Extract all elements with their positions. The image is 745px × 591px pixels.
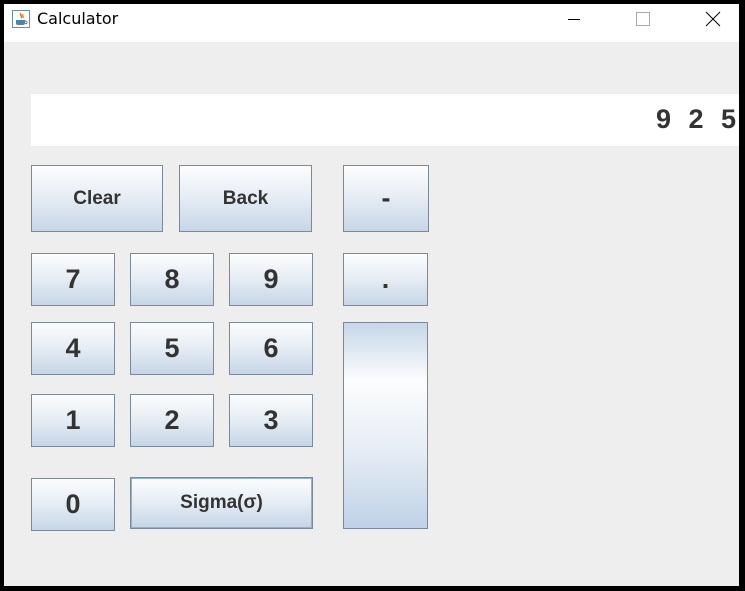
java-app-icon xyxy=(12,10,30,28)
minimize-icon xyxy=(568,19,580,20)
close-icon xyxy=(705,11,721,27)
maximize-button[interactable] xyxy=(620,4,666,34)
window-title: Calculator xyxy=(37,9,119,28)
digit-8-button[interactable]: 8 xyxy=(130,253,214,306)
clear-button[interactable]: Clear xyxy=(31,165,163,232)
tall-blank-button[interactable] xyxy=(343,322,428,529)
digit-0-button[interactable]: 0 xyxy=(31,478,115,531)
maximize-icon xyxy=(636,12,650,26)
decimal-point-button[interactable]: . xyxy=(343,253,428,306)
minimize-button[interactable] xyxy=(551,4,597,34)
digit-7-button[interactable]: 7 xyxy=(31,253,115,306)
digit-4-button[interactable]: 4 xyxy=(31,322,115,375)
sigma-button[interactable]: Sigma(σ) xyxy=(130,477,313,529)
minus-button[interactable]: - xyxy=(343,165,429,232)
calculator-window: Calculator 9 2 5 Clear Back - 7 8 9 . 4 … xyxy=(4,4,739,586)
digit-9-button[interactable]: 9 xyxy=(229,253,313,306)
digit-5-button[interactable]: 5 xyxy=(130,322,214,375)
result-display[interactable]: 9 2 5 xyxy=(31,94,739,146)
digit-6-button[interactable]: 6 xyxy=(229,322,313,375)
display-value: 9 2 5 xyxy=(655,104,739,134)
digit-3-button[interactable]: 3 xyxy=(229,394,313,447)
close-button[interactable] xyxy=(690,4,736,34)
title-bar[interactable]: Calculator xyxy=(4,4,739,42)
digit-2-button[interactable]: 2 xyxy=(130,394,214,447)
digit-1-button[interactable]: 1 xyxy=(31,394,115,447)
back-button[interactable]: Back xyxy=(179,165,312,232)
